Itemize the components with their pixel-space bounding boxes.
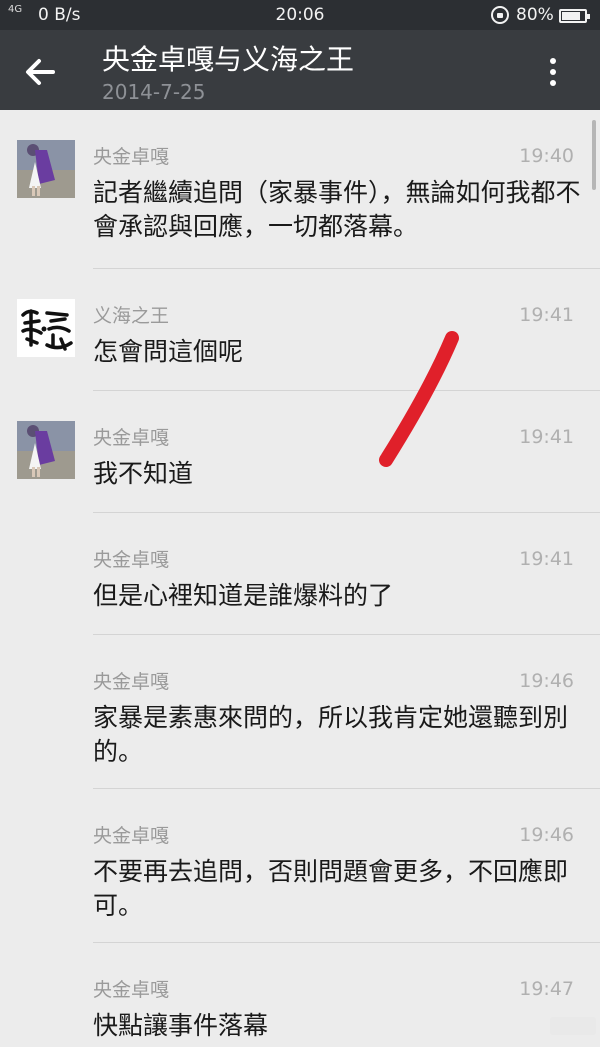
app-bar: 央金卓嘎与义海之王 2014-7-25: [0, 30, 600, 110]
message-text: 怎會問這個呢: [93, 337, 244, 366]
chat-date: 2014-7-25: [102, 80, 206, 104]
message-time: 19:47: [519, 978, 574, 1000]
message-text: 但是心裡知道是誰爆料的了: [93, 581, 394, 610]
battery-icon: [559, 9, 590, 23]
rotation-lock-icon: [491, 6, 509, 24]
watermark-badge: [550, 1017, 596, 1035]
more-dot-icon: [550, 69, 556, 75]
message-text: 記者繼續追問（家暴事件），無論如何我都不會承認與回應，一切都落幕。: [93, 178, 581, 241]
status-bar: 4G 0 B/s 20:06 80%: [0, 0, 600, 30]
avatar-calligraphy-logo[interactable]: [17, 299, 75, 357]
status-time: 20:06: [275, 5, 325, 25]
message-item[interactable]: 央金卓嘎 19:47 快點讓事件落幕: [0, 943, 600, 1047]
more-options-button[interactable]: [540, 50, 566, 94]
message-text: 家暴是素惠來問的，所以我肯定她還聽到別的。: [93, 703, 569, 766]
message-sender: 央金卓嘎: [93, 549, 170, 571]
message-sender: 央金卓嘎: [93, 146, 170, 168]
message-item[interactable]: 义海之王 19:41 怎會問這個呢: [0, 269, 600, 391]
message-time: 19:46: [519, 670, 574, 692]
battery-fill: [562, 12, 580, 20]
back-arrow-icon: [26, 59, 55, 85]
message-text: 快點讓事件落幕: [93, 1011, 269, 1040]
message-item[interactable]: 央金卓嘎 19:46 不要再去追問，否則問題會更多，不回應即可。: [0, 789, 600, 943]
message-time: 19:40: [519, 145, 574, 167]
chat-title: 央金卓嘎与义海之王: [102, 43, 355, 76]
message-sender: 央金卓嘎: [93, 671, 170, 693]
message-text: 不要再去追問，否則問題會更多，不回應即可。: [93, 857, 569, 920]
chat-history-list[interactable]: 央金卓嘎 19:40 記者繼續追問（家暴事件），無論如何我都不會承認與回應，一切…: [0, 110, 600, 1047]
message-item[interactable]: 央金卓嘎 19:46 家暴是素惠來問的，所以我肯定她還聽到別的。: [0, 635, 600, 789]
watermark: [520, 1013, 600, 1041]
more-dot-icon: [550, 80, 556, 86]
message-item[interactable]: 央金卓嘎 19:40 記者繼續追問（家暴事件），無論如何我都不會承認與回應，一切…: [0, 110, 600, 269]
message-time: 19:41: [519, 548, 574, 570]
back-button[interactable]: [18, 50, 62, 94]
message-sender: 央金卓嘎: [93, 825, 170, 847]
message-sender: 义海之王: [93, 305, 170, 327]
message-text: 我不知道: [93, 459, 194, 488]
scrollbar[interactable]: [592, 120, 596, 190]
message-time: 19:46: [519, 824, 574, 846]
battery-percent: 80%: [516, 5, 554, 25]
more-dot-icon: [550, 58, 556, 64]
message-sender: 央金卓嘎: [93, 427, 170, 449]
message-time: 19:41: [519, 304, 574, 326]
message-item[interactable]: 央金卓嘎 19:41 但是心裡知道是誰爆料的了: [0, 513, 600, 635]
message-item[interactable]: 央金卓嘎 19:41 我不知道: [0, 391, 600, 513]
message-sender: 央金卓嘎: [93, 979, 170, 1001]
avatar-girl-photo[interactable]: [17, 421, 75, 479]
message-time: 19:41: [519, 426, 574, 448]
avatar-girl-photo[interactable]: [17, 140, 75, 198]
